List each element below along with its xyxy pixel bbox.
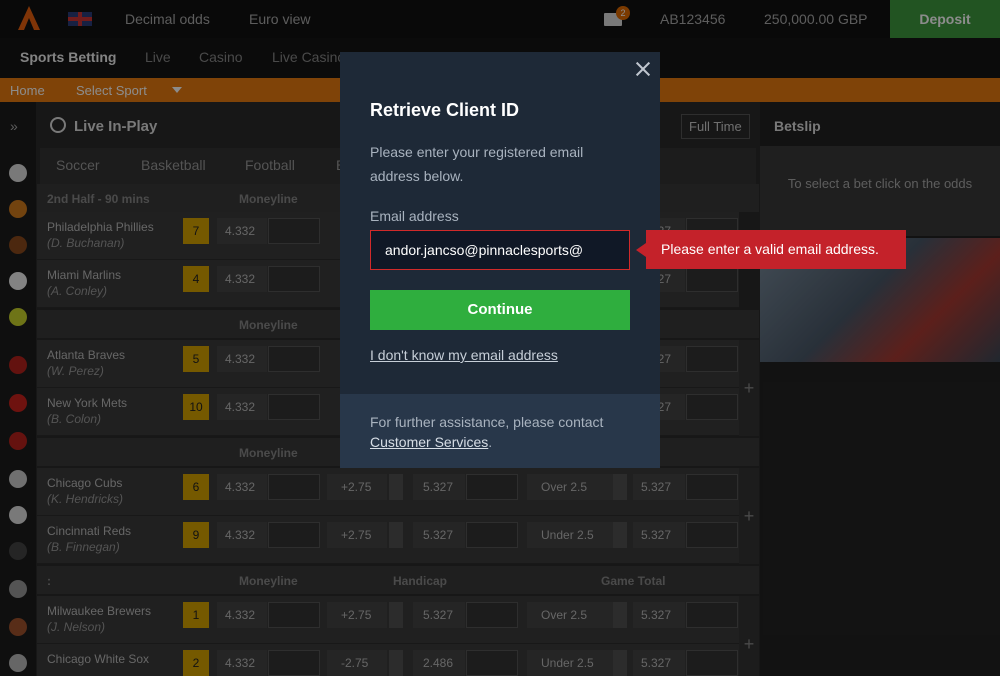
email-error-tooltip: Please enter a valid email address.	[636, 230, 906, 269]
retrieve-client-id-dialog: Retrieve Client ID Please enter your reg…	[340, 52, 660, 468]
forgot-email-link[interactable]: I don't know my email address	[370, 347, 558, 363]
email-label: Email address	[370, 208, 459, 224]
continue-button[interactable]: Continue	[370, 290, 630, 330]
close-icon[interactable]	[634, 60, 652, 78]
customer-services-link[interactable]: Customer Services	[370, 434, 488, 450]
dialog-title: Retrieve Client ID	[370, 100, 520, 120]
dialog-footer: For further assistance, please contact C…	[340, 394, 660, 468]
footer-period: .	[488, 434, 493, 450]
footer-message: For further assistance, please contact	[370, 414, 604, 430]
dialog-description: Please enter your registered email addre…	[370, 144, 584, 184]
email-field[interactable]	[370, 230, 630, 270]
footer-text: For further assistance, please contact C…	[370, 412, 640, 452]
